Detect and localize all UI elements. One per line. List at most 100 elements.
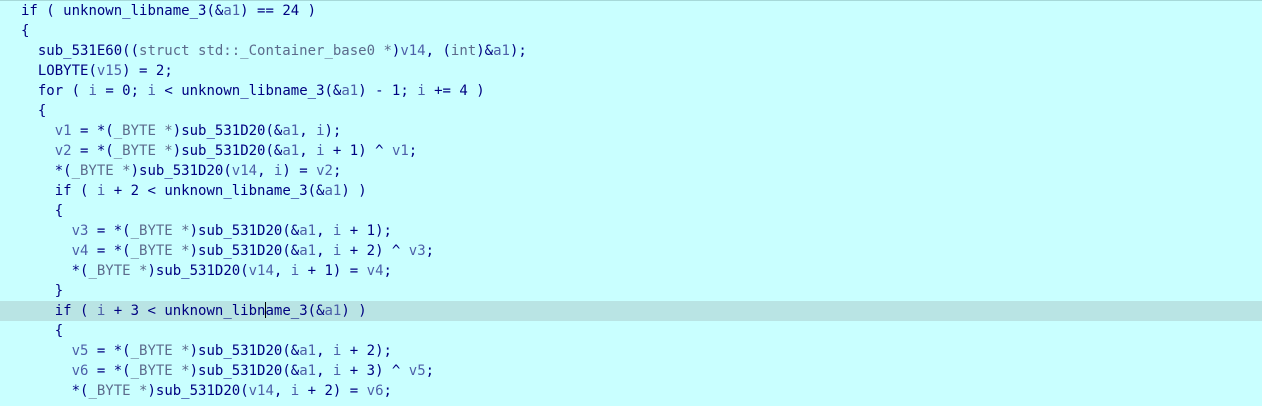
code-line[interactable]: sub_531E60((struct std::_Container_base0…	[0, 41, 1262, 61]
code-text: (&	[282, 223, 300, 239]
code-line[interactable]: v6 = *(_BYTE *)sub_531D20(&a1, i + 3) ^ …	[0, 361, 1262, 381]
code-variable: i	[147, 83, 156, 99]
code-text: ,	[299, 123, 317, 139]
code-text: + 2);	[341, 343, 392, 359]
code-text: (&	[307, 183, 325, 199]
code-text: (&	[282, 343, 300, 359]
code-text: )&	[476, 43, 494, 59]
code-line[interactable]: {	[0, 321, 1262, 341]
code-line[interactable]: *(_BYTE *)sub_531D20(v14, i + 1) = v4;	[0, 261, 1262, 281]
code-line[interactable]: for ( i = 0; i < unknown_libname_3(&a1) …	[0, 81, 1262, 101]
code-line[interactable]: {	[0, 21, 1262, 41]
code-text: ,	[273, 263, 291, 279]
code-text: ,	[316, 243, 333, 259]
code-variable: a1	[324, 183, 342, 199]
code-line[interactable]: {	[0, 201, 1262, 221]
text-cursor	[265, 302, 267, 318]
code-line[interactable]: v1 = *(_BYTE *)sub_531D20(&a1, i);	[0, 121, 1262, 141]
code-line[interactable]: {	[0, 101, 1262, 121]
code-variable: a1	[493, 43, 510, 59]
code-text: )	[147, 263, 156, 279]
code-type: struct std::_Container_base0 *	[139, 43, 392, 59]
code-type: _BYTE *	[130, 363, 190, 379]
code-text: );	[324, 123, 342, 139]
code-text: )	[189, 243, 199, 259]
code-text: (&	[206, 3, 224, 19]
code-identifier: sub_531D20	[198, 243, 283, 259]
code-line[interactable]: *(_BYTE *)sub_531D20(v14, i + 2) = v6;	[0, 381, 1262, 401]
code-text: ) == 24 )	[240, 3, 317, 19]
code-variable: v4	[366, 263, 384, 279]
code-variable: v14	[231, 163, 258, 179]
code-text: {	[54, 203, 64, 219]
code-text: )	[172, 143, 182, 159]
code-text: *(	[54, 163, 72, 179]
code-text: }	[54, 283, 64, 299]
code-text: (&	[307, 303, 325, 319]
code-type: _BYTE *	[71, 163, 131, 179]
code-variable: v5	[71, 343, 89, 359]
code-text: (&	[265, 143, 283, 159]
code-text: {	[21, 23, 30, 39]
code-line[interactable]: LOBYTE(v15) = 2;	[0, 61, 1262, 81]
code-variable: v14	[248, 263, 274, 279]
code-variable: v14	[248, 383, 274, 399]
code-line[interactable]: if ( i + 3 < unknown_libname_3(&a1) )	[0, 301, 1262, 321]
code-variable: v15	[96, 63, 123, 79]
code-variable: v6	[366, 383, 384, 399]
code-text: )	[189, 363, 199, 379]
code-text: (	[223, 163, 232, 179]
code-text: , (	[425, 43, 451, 59]
code-variable: a1	[299, 243, 317, 259]
code-text: ) - 1;	[358, 83, 418, 99]
code-text: = *(	[71, 123, 114, 139]
code-line[interactable]: v5 = *(_BYTE *)sub_531D20(&a1, i + 2);	[0, 341, 1262, 361]
code-line[interactable]: v2 = *(_BYTE *)sub_531D20(&a1, i + 1) ^ …	[0, 141, 1262, 161]
code-text: ) = 2;	[122, 63, 173, 79]
code-line[interactable]: v3 = *(_BYTE *)sub_531D20(&a1, i + 1);	[0, 221, 1262, 241]
code-text: *(	[71, 383, 89, 399]
code-text: );	[509, 43, 527, 59]
code-variable: v4	[71, 243, 89, 259]
code-text: ;	[425, 243, 435, 259]
code-line[interactable]: *(_BYTE *)sub_531D20(v14, i) = v2;	[0, 161, 1262, 181]
code-line[interactable]: }	[0, 281, 1262, 301]
code-keyword: for	[37, 83, 64, 99]
code-text: ;	[408, 143, 418, 159]
code-text: (&	[282, 243, 300, 259]
code-line[interactable]: v4 = *(_BYTE *)sub_531D20(&a1, i + 2) ^ …	[0, 241, 1262, 261]
code-text: ) )	[341, 303, 367, 319]
code-text: (	[71, 303, 97, 319]
code-variable: v5	[408, 363, 426, 379]
code-keyword: if (	[21, 3, 64, 19]
code-identifier: sub_531D20	[198, 223, 283, 239]
code-text: ((	[122, 43, 140, 59]
code-identifier: sub_531D20	[181, 143, 266, 159]
code-identifier: sub_531D20	[155, 263, 241, 279]
code-type: _BYTE *	[113, 123, 173, 139]
code-line[interactable]: if ( unknown_libname_3(&a1) == 24 )	[0, 1, 1262, 21]
code-text: + 1);	[341, 223, 392, 239]
code-text: = 0;	[96, 83, 148, 99]
code-variable: a1	[282, 143, 300, 159]
code-line[interactable]: if ( i + 2 < unknown_libname_3(&a1) )	[0, 181, 1262, 201]
code-variable: i	[417, 83, 426, 99]
code-text: + 2 <	[105, 183, 165, 199]
pseudocode-view[interactable]: if ( unknown_libname_3(&a1) == 24 ) { sub…	[0, 0, 1262, 406]
code-text: (	[71, 183, 97, 199]
code-variable: v3	[71, 223, 89, 239]
code-variable: v1	[391, 143, 409, 159]
